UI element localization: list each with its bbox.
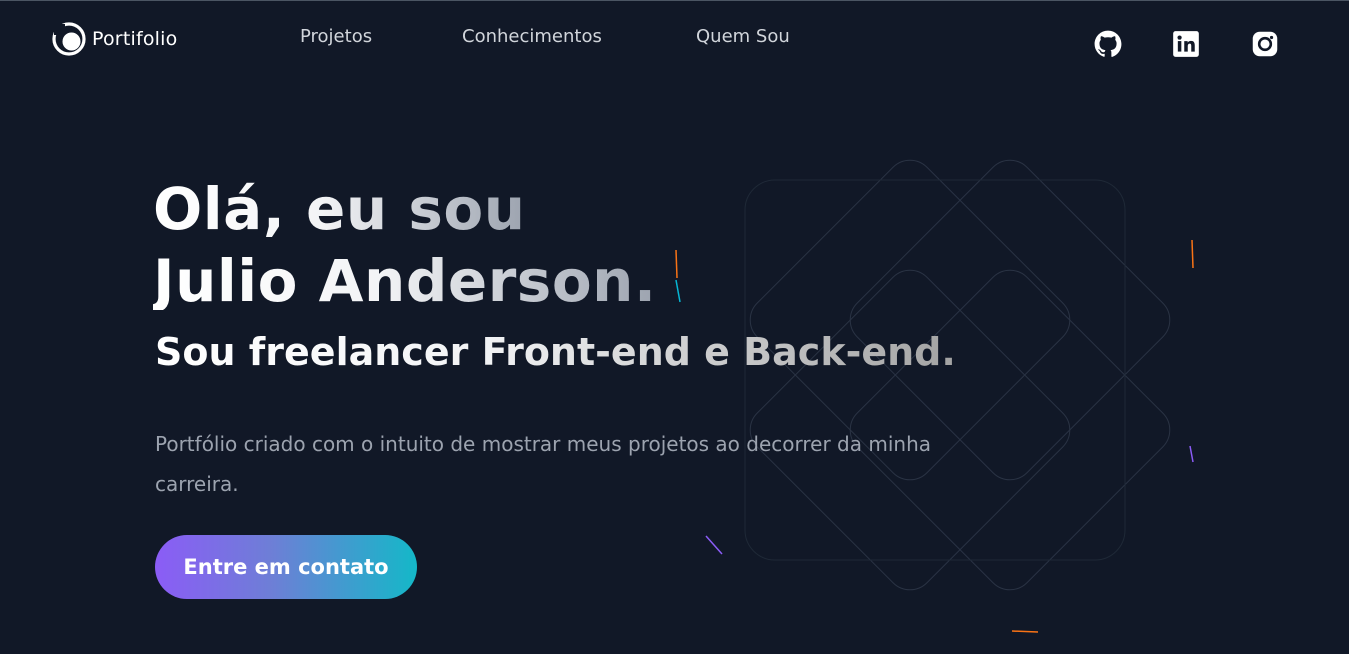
page: Portifolio Projetos Conhecimentos Quem S… <box>0 0 1349 654</box>
contact-button[interactable]: Entre em contato <box>155 535 417 599</box>
github-link[interactable] <box>1094 30 1122 58</box>
logo-icon <box>52 22 86 56</box>
nav-quem-sou[interactable]: Quem Sou <box>696 26 790 47</box>
instagram-link[interactable] <box>1251 30 1279 58</box>
linkedin-icon <box>1173 31 1199 57</box>
linkedin-link[interactable] <box>1172 30 1200 58</box>
logo-text: Portifolio <box>92 28 178 50</box>
hero-greeting: Olá, eu sou <box>153 175 526 243</box>
nav-projetos[interactable]: Projetos <box>300 26 372 47</box>
logo-link[interactable]: Portifolio <box>52 22 177 56</box>
background-decoration <box>675 159 1194 633</box>
hero-description: Portfólio criado com o intuito de mostra… <box>155 432 932 496</box>
nav-conhecimentos[interactable]: Conhecimentos <box>462 26 602 47</box>
hero-name: Julio Anderson. <box>153 247 657 315</box>
instagram-icon <box>1252 31 1278 57</box>
hero-subtitle: Sou freelancer Front-end e Back-end. <box>155 330 956 374</box>
top-border <box>0 0 1349 1</box>
github-icon <box>1094 30 1122 57</box>
